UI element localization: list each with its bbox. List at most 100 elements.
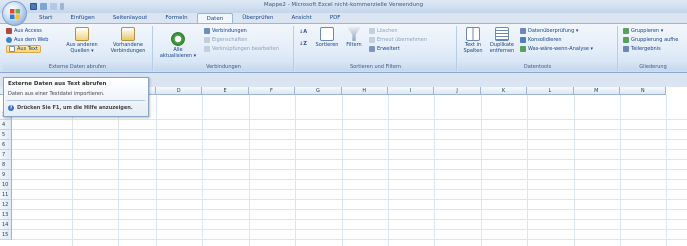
grid-row-line	[12, 199, 687, 200]
advanced-filter-icon	[369, 46, 375, 52]
row-header-6[interactable]: 6	[0, 140, 12, 150]
window-title: Mappe2 - Microsoft Excel nicht-kommerzie…	[263, 2, 424, 8]
clear-filter-icon	[369, 28, 375, 34]
clear-filter-button[interactable]: Löschen	[369, 27, 398, 35]
column-header-k[interactable]: K	[480, 87, 528, 95]
row-header-11[interactable]: 11	[0, 190, 12, 200]
data-validation-button[interactable]: Datenüberprüfung ▾	[520, 27, 578, 35]
sort-button[interactable]: Sortieren	[313, 27, 341, 48]
group-label-sort: Sortieren und Filtern	[295, 63, 456, 71]
grid-column-line	[573, 95, 575, 246]
subtotal-button[interactable]: Teilergebnis	[623, 45, 661, 53]
column-header-j[interactable]: J	[434, 87, 481, 95]
connections-button[interactable]: Verbindungen	[204, 27, 247, 35]
properties-button[interactable]: Eigenschaften	[204, 36, 247, 44]
column-header-i[interactable]: I	[388, 87, 435, 95]
text-file-icon	[9, 46, 15, 52]
tab-daten[interactable]: Daten	[196, 13, 234, 23]
tooltip-divider	[7, 100, 145, 101]
column-header-d[interactable]: D	[156, 87, 203, 95]
group-data-tools: Text in Spalten Duplikate entfernen Date…	[458, 26, 618, 71]
row-header-15[interactable]: 15	[0, 230, 12, 240]
edit-links-button[interactable]: Verknüpfungen bearbeiten	[204, 45, 279, 53]
quick-access-toolbar	[30, 2, 64, 11]
tab-ueberpruefen[interactable]: Überprüfen	[233, 13, 282, 23]
row-header-9[interactable]: 9	[0, 170, 12, 180]
access-icon	[6, 28, 12, 34]
from-web-button[interactable]: Aus dem Web	[6, 36, 48, 44]
reapply-button[interactable]: Erneut übernehmen	[369, 36, 427, 44]
sort-za-button[interactable]: ↓Z	[299, 40, 307, 48]
tab-seitenlayout[interactable]: Seitenlayout	[104, 13, 157, 23]
save-icon[interactable]	[30, 3, 37, 10]
filter-button[interactable]: Filtern	[343, 27, 365, 48]
column-header-e[interactable]: E	[202, 87, 249, 95]
data-validation-label: Datenüberprüfung ▾	[528, 28, 579, 34]
row-header-12[interactable]: 12	[0, 200, 12, 210]
qat-dropdown-icon[interactable]	[60, 3, 64, 10]
consolidate-button[interactable]: Konsolidieren	[520, 36, 562, 44]
from-access-button[interactable]: Aus Access	[6, 27, 42, 35]
grid-row-line	[12, 139, 687, 140]
reapply-label: Erneut übernehmen	[377, 37, 428, 43]
tooltip-title: Externe Daten aus Text abrufen	[8, 81, 107, 87]
refresh-all-button[interactable]: Alle aktualisieren ▾	[158, 32, 198, 59]
group-label-tools: Datentools	[458, 63, 617, 71]
ungroup-icon	[623, 37, 629, 43]
title-bar: Mappe2 - Microsoft Excel nicht-kommerzie…	[0, 0, 687, 13]
redo-icon[interactable]	[50, 3, 57, 10]
column-header-n[interactable]: N	[620, 87, 667, 95]
group-button[interactable]: Gruppieren ▾	[623, 27, 663, 35]
subtotal-label: Teilergebnis	[631, 46, 661, 52]
row-header-13[interactable]: 13	[0, 210, 12, 220]
column-header-h[interactable]: H	[341, 87, 388, 95]
edit-links-icon	[204, 46, 210, 52]
grid-column-line	[480, 95, 482, 246]
other-sources-button[interactable]: Aus anderen Quellen ▾	[61, 27, 103, 54]
group-label-external: Externe Daten abrufen	[3, 63, 152, 71]
tab-einfuegen[interactable]: Einfügen	[61, 13, 103, 23]
group-label-connections: Verbindungen	[154, 63, 293, 71]
grid-column-line	[620, 95, 621, 246]
from-text-button[interactable]: Aus Text	[6, 45, 41, 53]
row-header-14[interactable]: 14	[0, 220, 12, 230]
remove-duplicates-button[interactable]: Duplikate entfernen	[486, 27, 518, 54]
grid-column-line	[527, 95, 529, 246]
grid-column-line	[248, 95, 250, 246]
sort-za-icon: ↓Z	[299, 41, 307, 47]
group-external-data: Aus Access Aus dem Web Aus Text Aus ande…	[3, 26, 153, 71]
column-header-f[interactable]: F	[248, 87, 296, 95]
properties-icon	[204, 37, 210, 43]
row-header-5[interactable]: 5	[0, 130, 12, 140]
advanced-filter-button[interactable]: Erweitert	[369, 45, 400, 53]
column-header-g[interactable]: G	[295, 87, 342, 95]
tab-pdf[interactable]: PDF	[321, 13, 350, 23]
undo-icon[interactable]	[40, 3, 47, 10]
from-access-label: Aus Access	[14, 28, 42, 34]
tab-formeln[interactable]: Formeln	[156, 13, 196, 23]
office-button[interactable]	[2, 1, 27, 26]
row-header-8[interactable]: 8	[0, 160, 12, 170]
refresh-all-label-2: aktualisieren ▾	[159, 53, 197, 59]
data-validation-icon	[520, 28, 526, 34]
row-header-7[interactable]: 7	[0, 150, 12, 160]
group-label: Gruppieren ▾	[631, 28, 664, 34]
tab-start[interactable]: Start	[30, 13, 61, 23]
filter-icon	[347, 27, 361, 41]
connections-icon	[204, 28, 210, 34]
grid-column-line	[666, 95, 668, 246]
grid-row-line	[12, 189, 687, 190]
sort-az-button[interactable]: ↓A	[299, 28, 307, 36]
what-if-button[interactable]: Was-wäre-wenn-Analyse ▾	[520, 45, 593, 53]
text-to-columns-button[interactable]: Text in Spalten	[460, 27, 486, 54]
row-header-4[interactable]: 4	[0, 120, 12, 130]
group-connections: Alle aktualisieren ▾ Verbindungen Eigens…	[154, 26, 294, 71]
row-header-10[interactable]: 10	[0, 180, 12, 190]
column-header-m[interactable]: M	[573, 87, 620, 95]
grid-row-line	[12, 149, 687, 150]
ungroup-button[interactable]: Gruppierung aufhe	[623, 36, 678, 44]
existing-connections-button[interactable]: Vorhandene Verbindungen	[105, 27, 151, 54]
refresh-icon	[171, 32, 185, 46]
column-header-l[interactable]: L	[527, 87, 574, 95]
tab-ansicht[interactable]: Ansicht	[282, 13, 320, 23]
